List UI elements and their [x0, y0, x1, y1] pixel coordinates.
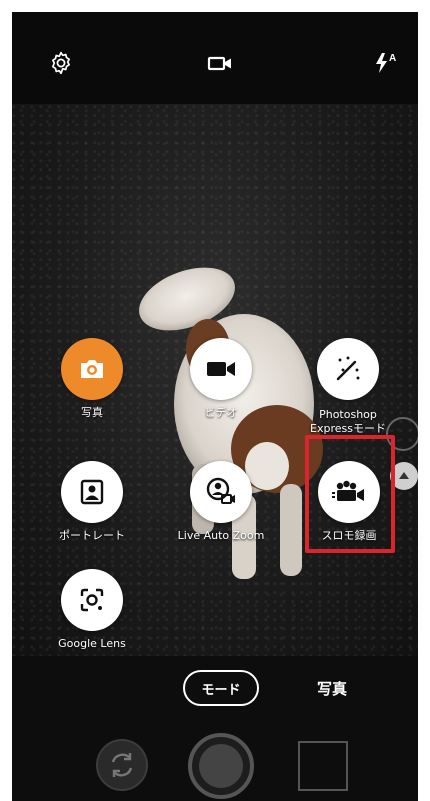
viewfinder[interactable]: 写真 ビデオ Photoshop Expressモード ポートレート Live … — [12, 104, 418, 656]
current-mode-label[interactable]: 写真 — [317, 678, 347, 699]
mode-live-auto-zoom-label: Live Auto Zoom — [177, 529, 265, 542]
mode-photoshop-label-1: Photoshop — [319, 408, 377, 421]
mode-portrait[interactable]: ポートレート — [32, 461, 152, 543]
shutter-inner — [199, 744, 243, 788]
video-camera-icon — [190, 338, 252, 400]
live-auto-zoom-icon — [190, 461, 252, 523]
mode-portrait-label: ポートレート — [59, 529, 125, 542]
highlight-box — [305, 435, 395, 553]
top-bar: A — [12, 12, 418, 104]
gallery-thumbnail[interactable] — [298, 741, 348, 791]
google-lens-icon — [61, 569, 123, 631]
mode-photoshop-express[interactable]: Photoshop Expressモード — [288, 338, 408, 436]
mode-photo[interactable]: 写真 — [32, 338, 152, 420]
mode-photo-label: 写真 — [81, 406, 103, 419]
mode-google-lens[interactable]: Google Lens — [32, 569, 152, 651]
flash-auto-icon[interactable]: A — [372, 50, 402, 76]
switch-camera-icon[interactable] — [96, 739, 148, 791]
mode-google-lens-label: Google Lens — [58, 637, 126, 650]
flash-mode-label: A — [389, 53, 396, 64]
mode-video[interactable]: ビデオ — [161, 338, 281, 420]
shutter-button[interactable] — [188, 733, 254, 799]
video-camera-icon[interactable] — [206, 50, 232, 76]
magic-wand-icon — [317, 338, 379, 400]
mode-video-label: ビデオ — [204, 406, 238, 419]
gear-icon[interactable] — [48, 50, 74, 76]
mode-button[interactable]: モード — [183, 670, 259, 706]
camera-screen: A 写真 ビデオ Photoshop Expressモード ポートレート Liv… — [12, 12, 418, 801]
portrait-icon — [61, 461, 123, 523]
bottom-bar: モード 写真 — [12, 656, 418, 801]
camera-icon — [61, 338, 123, 400]
mode-photoshop-label-2: Expressモード — [310, 422, 386, 435]
mode-live-auto-zoom[interactable]: Live Auto Zoom — [161, 461, 281, 543]
